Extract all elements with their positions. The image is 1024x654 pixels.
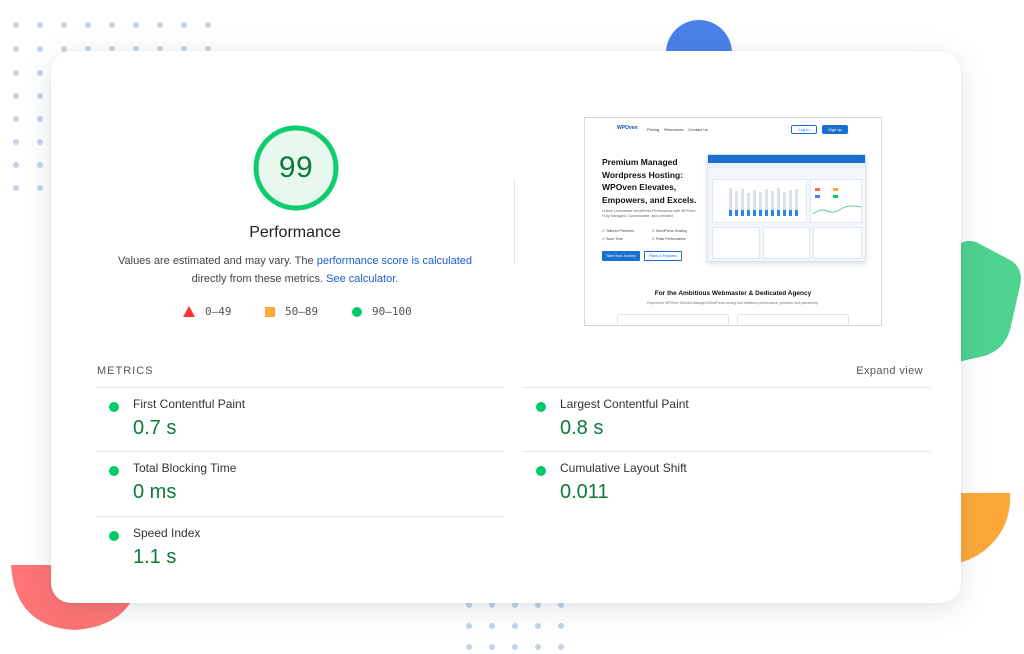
performance-score-link[interactable]: performance score is calculated	[317, 255, 472, 267]
screenshot-headline: Premium Managed Wordpress Hosting: WPOve…	[602, 157, 697, 205]
metric-name: First Contentful Paint	[133, 397, 246, 411]
metric-name: Speed Index	[133, 526, 201, 540]
metrics-heading: METRICS	[97, 365, 154, 377]
metric-value: 0.7 s	[133, 417, 177, 439]
legend-range-fail: 0–49	[205, 305, 232, 318]
green-blob-shape	[958, 240, 1021, 362]
pass-circle-icon	[536, 466, 546, 476]
metric-name: Total Blocking Time	[133, 461, 237, 475]
feature-4: ✔ Peak Performance	[652, 237, 686, 241]
square-icon	[265, 306, 275, 317]
metric-value: 1.1 s	[133, 546, 177, 568]
screenshot-section-title: For the Ambitious Webmaster & Dedicated …	[654, 290, 812, 297]
metric-value: 0.011	[560, 481, 609, 503]
wpoven-logo: WPOven	[617, 125, 638, 131]
screenshot-features: ✔ Tailored Premium ✔ WordPress Hosting ✔…	[602, 229, 702, 241]
feature-3: ✔ Save Time	[602, 237, 623, 241]
feature-2: ✔ WordPress Hosting	[652, 229, 687, 233]
desc-text-1: Values are estimated and may vary. The	[117, 255, 317, 267]
metrics-divider	[97, 451, 504, 452]
dot-grid-top-left	[13, 22, 229, 52]
nav-pricing: Pricing	[647, 127, 660, 132]
screenshot-subtext: Unlock Unbeatable WordPress Performance …	[602, 209, 697, 218]
dashboard-line-chart	[812, 188, 862, 215]
login-button-thumb: Log In	[791, 125, 817, 134]
performance-description: Values are estimated and may vary. The p…	[110, 252, 480, 288]
metrics-divider	[524, 451, 931, 452]
expand-view-toggle[interactable]: Expand view	[830, 365, 923, 377]
metric-value: 0.8 s	[560, 417, 604, 439]
metrics-divider	[97, 387, 504, 388]
dashboard-mockup	[707, 154, 866, 262]
see-calculator-link[interactable]: See calculator.	[326, 273, 398, 285]
legend-range-pass: 90–100	[372, 305, 412, 318]
feature-1: ✔ Tailored Premium	[602, 229, 634, 233]
pass-circle-icon	[536, 402, 546, 412]
circle-icon	[352, 306, 362, 317]
signup-button-thumb: Sign up	[822, 125, 848, 134]
nav-contact: Contact Us	[688, 127, 709, 132]
desc-text-2: directly from these metrics.	[191, 273, 327, 285]
dashboard-bar-chart	[729, 188, 798, 216]
nav-resources: Resources	[664, 127, 684, 132]
final-screenshot[interactable]: WPOven Pricing Resources Contact Us Log …	[584, 117, 882, 326]
metric-name: Cumulative Layout Shift	[560, 461, 687, 475]
pass-circle-icon	[109, 531, 119, 541]
dot-grid-bottom	[466, 602, 581, 650]
metrics-divider	[524, 387, 931, 388]
metric-value: 0 ms	[133, 481, 177, 503]
legend-pass: 90–100	[352, 305, 412, 318]
screenshot-section-subtitle: Experience WPOven Tailored Managed WordP…	[647, 301, 819, 305]
performance-title: Performance	[249, 224, 341, 241]
screenshot-nav: Pricing Resources Contact Us	[647, 127, 708, 132]
legend-average: 50–89	[265, 305, 318, 318]
pass-circle-icon	[109, 402, 119, 412]
triangle-icon	[183, 306, 195, 317]
performance-score: 99	[278, 151, 314, 184]
legend-fail: 0–49	[183, 305, 232, 318]
orange-semicircle-shape	[958, 493, 1011, 563]
cta-secondary-thumb: Plans & Features	[644, 251, 682, 261]
metric-name: Largest Contentful Paint	[560, 397, 689, 411]
legend-range-average: 50–89	[285, 305, 319, 318]
pass-circle-icon	[109, 466, 119, 476]
screenshot-header: WPOven Pricing Resources Contact Us Log …	[585, 118, 881, 142]
cta-primary-thumb: Start Your Journey	[602, 251, 640, 261]
metrics-divider	[97, 516, 504, 517]
vertical-divider	[514, 178, 515, 264]
